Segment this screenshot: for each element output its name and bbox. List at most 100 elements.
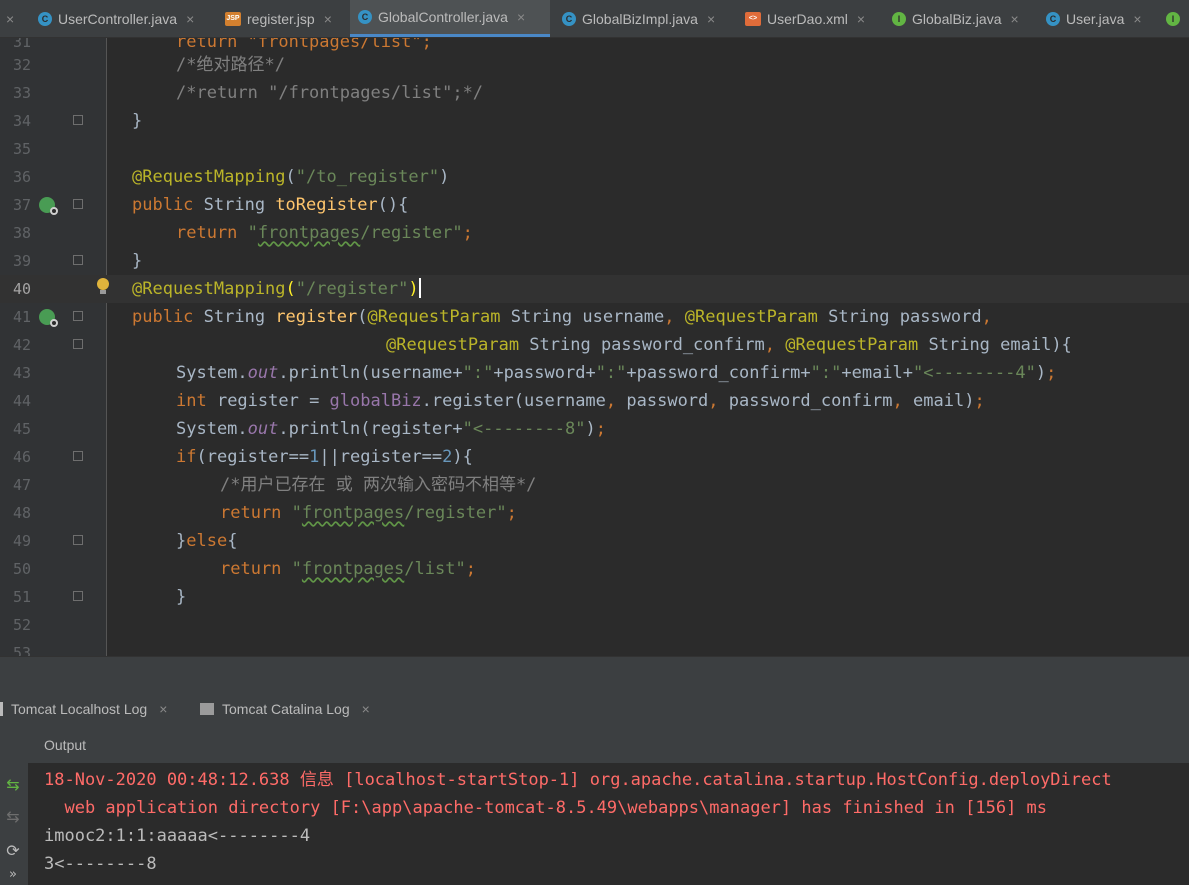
tab-register-jsp[interactable]: JSP register.jsp × [225, 0, 332, 37]
rerun-icon[interactable]: ⇆ [4, 776, 22, 794]
output-side-toolbar: ⇆ ⇆ ⟳ » [0, 728, 28, 885]
code-string: " [291, 503, 302, 523]
close-icon[interactable]: × [857, 11, 865, 27]
fold-icon[interactable] [73, 311, 83, 321]
tab-usercontroller[interactable]: C UserController.java × [38, 0, 194, 37]
code-text: public String register(@RequestParam Str… [132, 307, 992, 327]
code-text: if(register==1||register==2){ [176, 443, 473, 471]
code-string: ":" [462, 363, 494, 383]
line-number: 48 [12, 504, 31, 522]
close-icon[interactable]: × [324, 11, 332, 27]
code-line: 46 if(register==1||register==2){ [0, 443, 1189, 471]
code-token: } [176, 587, 187, 607]
fold-icon[interactable] [73, 199, 83, 209]
code-text: @RequestMapping("/register") [132, 278, 421, 299]
code-line: 37 public String toRegister(){ [0, 191, 1189, 219]
code-method-name: register [275, 307, 358, 327]
code-text: return "frontpages/register"; [176, 223, 473, 243]
code-line: 44 int register = globalBiz.register(use… [0, 387, 1189, 415]
code-string: " [247, 223, 258, 243]
tab-globalbiz[interactable]: I GlobalBiz.java × [892, 0, 1019, 37]
fold-icon[interactable] [73, 535, 83, 545]
code-number: 2 [442, 447, 453, 467]
code-token: String password [817, 307, 982, 327]
code-text: return "frontpages/list"; [220, 559, 476, 579]
code-line: 51 } [0, 583, 1189, 611]
code-string: frontpages [257, 223, 361, 243]
code-line: 47 /*用户已存在 或 两次输入密码不相等*/ [0, 471, 1189, 499]
fold-icon[interactable] [73, 451, 83, 461]
code-text: /*return "/frontpages/list";*/ [176, 79, 483, 107]
tab-globalcontroller[interactable]: C GlobalController.java × [350, 0, 550, 37]
tab-userdao-xml[interactable]: <> UserDao.xml × [745, 0, 865, 37]
fold-icon[interactable] [73, 115, 83, 125]
code-annotation: @RequestMapping [132, 167, 286, 187]
class-c-icon: C [358, 10, 372, 24]
request-mapping-gutter-icon[interactable] [39, 197, 58, 215]
close-icon[interactable]: × [1011, 11, 1019, 27]
more-icon[interactable]: » [4, 866, 22, 884]
redeploy-icon[interactable]: ⇆ [4, 808, 22, 826]
line-number: 50 [12, 560, 31, 578]
line-number: 35 [12, 140, 31, 158]
code-string: ":" [595, 363, 627, 383]
request-mapping-gutter-icon[interactable] [39, 309, 58, 327]
code-text: System.out.println(register+"<--------8"… [176, 419, 606, 439]
code-line: 42 @RequestParam String password_confirm… [0, 331, 1189, 359]
close-icon[interactable]: × [362, 701, 370, 717]
fold-icon[interactable] [73, 339, 83, 349]
code-string: ":" [810, 363, 842, 383]
close-icon[interactable]: × [517, 9, 525, 25]
tab-tomcat-localhost-log[interactable]: Tomcat Localhost Log × [0, 690, 167, 728]
close-icon[interactable]: × [159, 701, 167, 717]
output-line: 3<--------8 [44, 854, 157, 874]
close-icon[interactable]: × [1133, 11, 1141, 27]
close-icon[interactable]: × [186, 11, 194, 27]
code-text: } [176, 583, 186, 611]
tab-label: GlobalBizImpl.java [582, 10, 698, 27]
line-number: 32 [12, 56, 31, 74]
output-panel: ⇆ ⇆ ⟳ » Output 18-Nov-2020 00:48:12.638 … [0, 728, 1189, 885]
code-editor[interactable]: 31 return "frontpages/list"; 32 /*绝对路径*/… [0, 38, 1189, 656]
line-number: 33 [12, 84, 31, 102]
lightbulb-icon[interactable] [97, 278, 109, 294]
code-keyword: return [176, 223, 238, 243]
code-line: 38 return "frontpages/register"; [0, 219, 1189, 247]
tab-globalbizimpl[interactable]: C GlobalBizImpl.java × [562, 0, 715, 37]
run-tool-tabs: Tomcat Localhost Log × Tomcat Catalina L… [0, 690, 1189, 728]
line-number: 52 [12, 616, 31, 634]
code-line: 45 System.out.println(register+"<-------… [0, 415, 1189, 443]
code-token: email) [902, 391, 975, 411]
code-line: 41 public String register(@RequestParam … [0, 303, 1189, 331]
code-token: System. [176, 363, 248, 383]
code-token: String password_confirm [519, 335, 765, 355]
code-text: @RequestParam String password_confirm, @… [386, 335, 1072, 355]
tab-close-leftover[interactable]: × [6, 0, 14, 37]
line-number: 38 [12, 224, 31, 242]
restart-icon[interactable]: ⟳ [4, 842, 22, 860]
output-line: 18-Nov-2020 00:48:12.638 信息 [localhost-s… [44, 770, 1112, 790]
line-number: 46 [12, 448, 31, 466]
code-text: public String toRegister(){ [132, 191, 408, 219]
close-icon[interactable]: × [707, 11, 715, 27]
code-token: register = [206, 391, 330, 411]
code-line: 34 } [0, 107, 1189, 135]
code-line: 43 System.out.println(username+":"+passw… [0, 359, 1189, 387]
tab-overflow[interactable]: I [1166, 0, 1186, 37]
fold-icon[interactable] [73, 591, 83, 601]
tab-tomcat-catalina-log[interactable]: Tomcat Catalina Log × [200, 690, 370, 728]
code-annotation: @RequestParam [386, 335, 520, 355]
code-text: System.out.println(username+":"+password… [176, 363, 1057, 383]
tab-label: User.java [1066, 10, 1125, 27]
code-line: 50 return "frontpages/list"; [0, 555, 1189, 583]
code-line: 36 @RequestMapping("/to_register") [0, 163, 1189, 191]
tab-user-java[interactable]: C User.java × [1046, 0, 1142, 37]
code-keyword: public [132, 195, 194, 215]
code-token: +email+ [841, 363, 914, 383]
line-number: 51 [12, 588, 31, 606]
fold-icon[interactable] [73, 255, 83, 265]
code-line: 35 [0, 135, 1189, 163]
line-number: 47 [12, 476, 31, 494]
code-keyword: public [132, 307, 194, 327]
code-string: "<--------8" [462, 419, 586, 439]
